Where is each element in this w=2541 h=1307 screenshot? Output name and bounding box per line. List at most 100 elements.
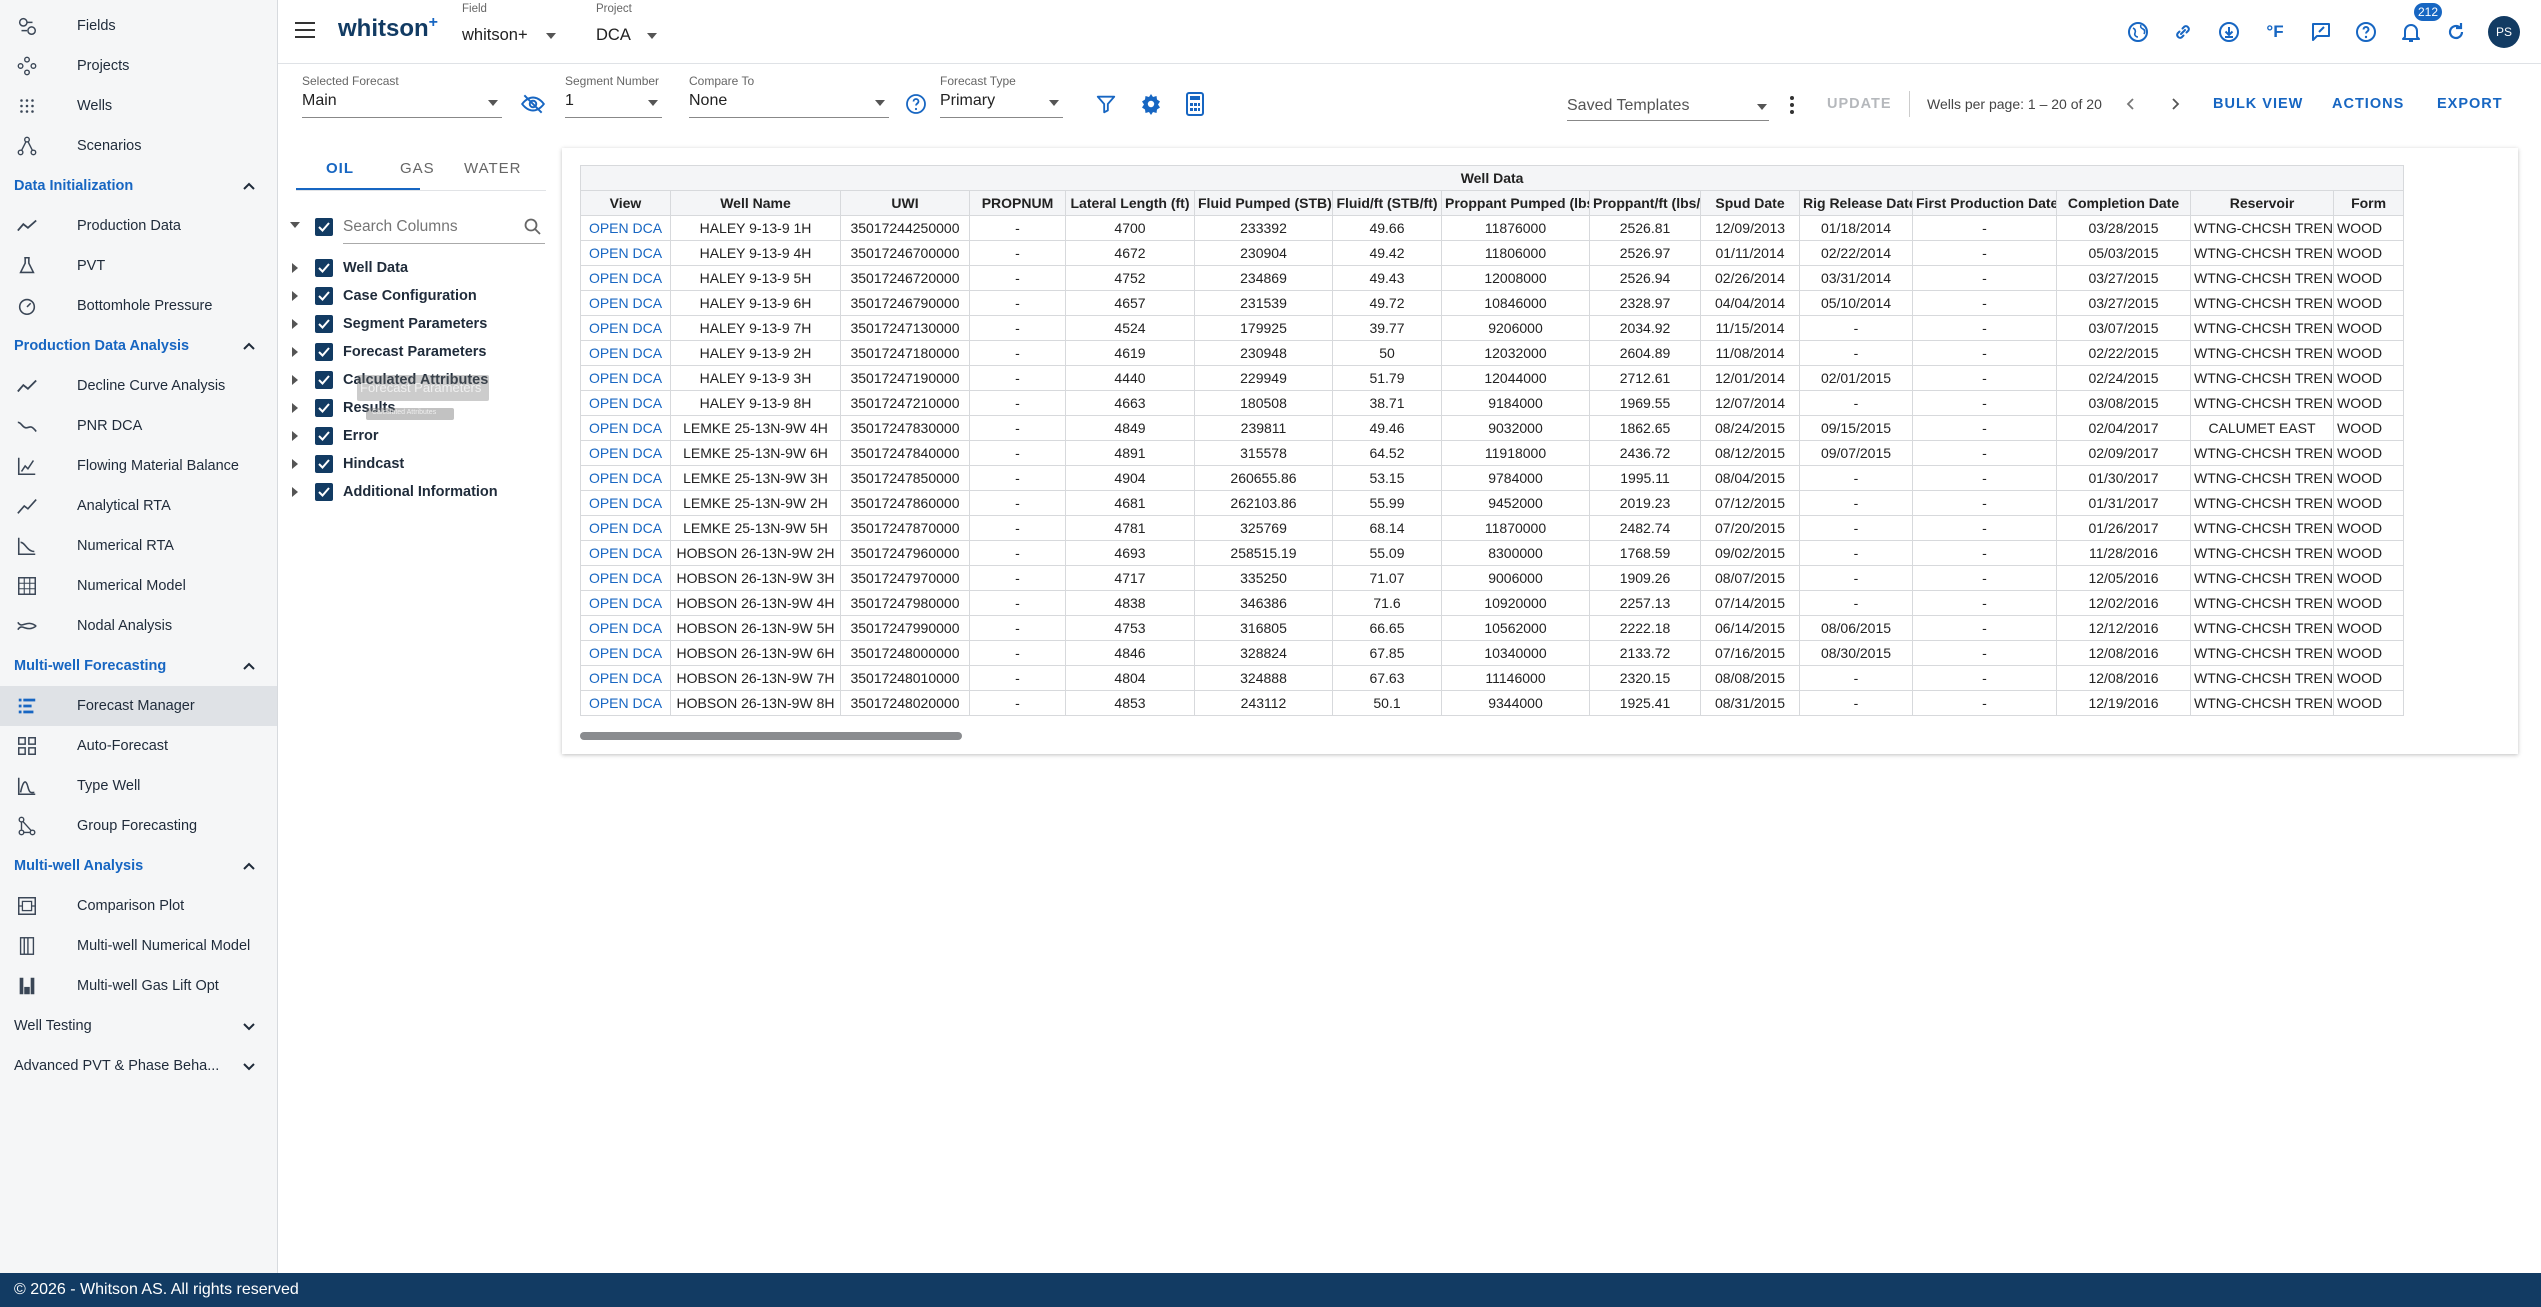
column-header-formation[interactable]: Form — [2332, 190, 2405, 216]
open-dca-link[interactable]: OPEN DCA — [580, 490, 671, 516]
open-dca-link[interactable]: OPEN DCA — [580, 615, 671, 641]
sidebar-section-multi-well-analysis[interactable]: Multi-well Analysis — [0, 846, 277, 886]
column-group-checkbox[interactable] — [315, 399, 333, 417]
table-row[interactable]: OPEN DCA HALEY 9-13-9 6H 35017246790000-46… — [580, 290, 2405, 316]
column-group-checkbox[interactable] — [315, 371, 333, 389]
expand-triangle-icon[interactable] — [292, 459, 298, 469]
table-row[interactable]: OPEN DCA HALEY 9-13-9 3H 35017247190000-44… — [580, 365, 2405, 391]
temperature-unit-icon[interactable]: °F — [2261, 18, 2289, 46]
table-row[interactable]: OPEN DCA LEMKE 25-13N-9W 3H 35017247850000… — [580, 465, 2405, 491]
group-header-well-data[interactable]: Well Data — [580, 165, 2405, 191]
tab-gas[interactable]: GAS — [400, 160, 435, 177]
prev-page-chevron-left-icon[interactable] — [2121, 94, 2141, 114]
filter-icon[interactable] — [1092, 90, 1120, 118]
collapse-all-triangle-icon[interactable] — [290, 222, 300, 228]
column-group-checkbox[interactable] — [315, 287, 333, 305]
sidebar-item-group-forecasting[interactable]: Group Forecasting — [0, 806, 277, 846]
tab-oil[interactable]: OIL — [326, 160, 354, 177]
saved-templates-select[interactable]: Saved Templates — [1567, 94, 1769, 120]
column-header-completion-date[interactable]: Completion Date — [2056, 190, 2191, 216]
scrollbar-thumb[interactable] — [580, 732, 962, 740]
column-group-hindcast[interactable]: Hindcast — [286, 452, 546, 476]
sidebar-item-projects[interactable]: Projects — [0, 46, 277, 86]
open-dca-link[interactable]: OPEN DCA — [580, 665, 671, 691]
open-dca-link[interactable]: OPEN DCA — [580, 465, 671, 491]
link-icon[interactable] — [2169, 18, 2197, 46]
table-row[interactable]: OPEN DCA LEMKE 25-13N-9W 6H 35017247840000… — [580, 440, 2405, 466]
column-header-proppant-pumped-lbs[interactable]: Proppant Pumped (lbs) — [1441, 190, 1590, 216]
column-header-view[interactable]: View — [580, 190, 671, 216]
expand-triangle-icon[interactable] — [292, 347, 298, 357]
sidebar-item-pvt[interactable]: PVT — [0, 246, 277, 286]
search-columns-input[interactable] — [343, 214, 513, 240]
table-row[interactable]: OPEN DCA HOBSON 26-13N-9W 7H 3501724801000… — [580, 665, 2405, 691]
open-dca-link[interactable]: OPEN DCA — [580, 540, 671, 566]
forecast-type-select[interactable]: Primary — [940, 90, 1063, 116]
table-row[interactable]: OPEN DCA LEMKE 25-13N-9W 4H 35017247830000… — [580, 415, 2405, 441]
table-row[interactable]: OPEN DCA HALEY 9-13-9 2H 35017247180000-46… — [580, 340, 2405, 366]
open-dca-link[interactable]: OPEN DCA — [580, 215, 671, 241]
expand-triangle-icon[interactable] — [292, 263, 298, 273]
sidebar-item-comparison-plot[interactable]: Comparison Plot — [0, 886, 277, 926]
settings-gear-icon[interactable] — [1137, 90, 1165, 118]
sidebar-item-auto-forecast[interactable]: Auto-Forecast — [0, 726, 277, 766]
sidebar-item-numerical-rta[interactable]: Numerical RTA — [0, 526, 277, 566]
globe-icon[interactable] — [2124, 18, 2152, 46]
help-icon[interactable] — [2352, 18, 2380, 46]
open-dca-link[interactable]: OPEN DCA — [580, 515, 671, 541]
expand-triangle-icon[interactable] — [292, 291, 298, 301]
open-dca-link[interactable]: OPEN DCA — [580, 365, 671, 391]
table-row[interactable]: OPEN DCA HOBSON 26-13N-9W 4H 3501724798000… — [580, 590, 2405, 616]
open-dca-link[interactable]: OPEN DCA — [580, 240, 671, 266]
sidebar-item-wells[interactable]: Wells — [0, 86, 277, 126]
sidebar-item-multi-well-gas-lift-opt[interactable]: Multi-well Gas Lift Opt — [0, 966, 277, 1006]
next-page-chevron-right-icon[interactable] — [2165, 94, 2185, 114]
sidebar-section-multi-well-forecasting[interactable]: Multi-well Forecasting — [0, 646, 277, 686]
project-select[interactable]: DCA — [594, 22, 684, 50]
table-row[interactable]: OPEN DCA HOBSON 26-13N-9W 5H 3501724799000… — [580, 615, 2405, 641]
more-vertical-icon[interactable] — [1787, 94, 1797, 116]
export-button[interactable]: EXPORT — [2437, 96, 2503, 112]
open-dca-link[interactable]: OPEN DCA — [580, 265, 671, 291]
feedback-icon[interactable] — [2307, 18, 2335, 46]
column-header-uwi[interactable]: UWI — [840, 190, 970, 216]
sidebar-section-data-initialization[interactable]: Data Initialization — [0, 166, 277, 206]
table-row[interactable]: OPEN DCA LEMKE 25-13N-9W 5H 35017247870000… — [580, 515, 2405, 541]
column-group-forecast-parameters[interactable]: Forecast Parameters — [286, 340, 546, 364]
column-group-segment-parameters[interactable]: Segment Parameters — [286, 312, 546, 336]
expand-triangle-icon[interactable] — [292, 431, 298, 441]
calculator-icon[interactable] — [1181, 90, 1209, 118]
sidebar-item-pnr-dca[interactable]: PNR DCA — [0, 406, 277, 446]
column-header-rig-release-date[interactable]: Rig Release Date — [1799, 190, 1913, 216]
open-dca-link[interactable]: OPEN DCA — [580, 690, 671, 716]
visibility-off-icon[interactable] — [519, 90, 547, 118]
column-group-checkbox[interactable] — [315, 427, 333, 445]
sidebar-item-decline-curve-analysis[interactable]: Decline Curve Analysis — [0, 366, 277, 406]
open-dca-link[interactable]: OPEN DCA — [580, 390, 671, 416]
table-row[interactable]: OPEN DCA HALEY 9-13-9 5H 35017246720000-47… — [580, 265, 2405, 291]
horizontal-scrollbar[interactable] — [580, 732, 2500, 740]
table-row[interactable]: OPEN DCA HALEY 9-13-9 7H 35017247130000-45… — [580, 315, 2405, 341]
selected-forecast-select[interactable]: Main — [302, 90, 502, 116]
open-dca-link[interactable]: OPEN DCA — [580, 340, 671, 366]
open-dca-link[interactable]: OPEN DCA — [580, 315, 671, 341]
column-group-checkbox[interactable] — [315, 343, 333, 361]
select-all-checkbox[interactable] — [315, 218, 333, 236]
table-row[interactable]: OPEN DCA HOBSON 26-13N-9W 8H 3501724802000… — [580, 690, 2405, 716]
open-dca-link[interactable]: OPEN DCA — [580, 415, 671, 441]
sidebar-item-scenarios[interactable]: Scenarios — [0, 126, 277, 166]
open-dca-link[interactable]: OPEN DCA — [580, 640, 671, 666]
sidebar-item-type-well[interactable]: Type Well — [0, 766, 277, 806]
expand-triangle-icon[interactable] — [292, 403, 298, 413]
table-row[interactable]: OPEN DCA HOBSON 26-13N-9W 6H 3501724800000… — [580, 640, 2405, 666]
grid-viewport[interactable]: Well Data View Well Name UWI PROPNUM Lateral… — [580, 165, 2500, 721]
help-circle-icon[interactable] — [902, 90, 930, 118]
column-header-well-name[interactable]: Well Name — [670, 190, 841, 216]
table-row[interactable]: OPEN DCA HALEY 9-13-9 4H 35017246700000-46… — [580, 240, 2405, 266]
column-group-error[interactable]: Error — [286, 424, 546, 448]
column-header-reservoir[interactable]: Reservoir — [2190, 190, 2334, 216]
table-row[interactable]: OPEN DCA HOBSON 26-13N-9W 2H 3501724796000… — [580, 540, 2405, 566]
open-dca-link[interactable]: OPEN DCA — [580, 290, 671, 316]
column-header-lateral-length-ft[interactable]: Lateral Length (ft) — [1065, 190, 1195, 216]
sidebar-section-advanced-pvt-phase-behavior[interactable]: Advanced PVT & Phase Beha... — [0, 1046, 277, 1086]
